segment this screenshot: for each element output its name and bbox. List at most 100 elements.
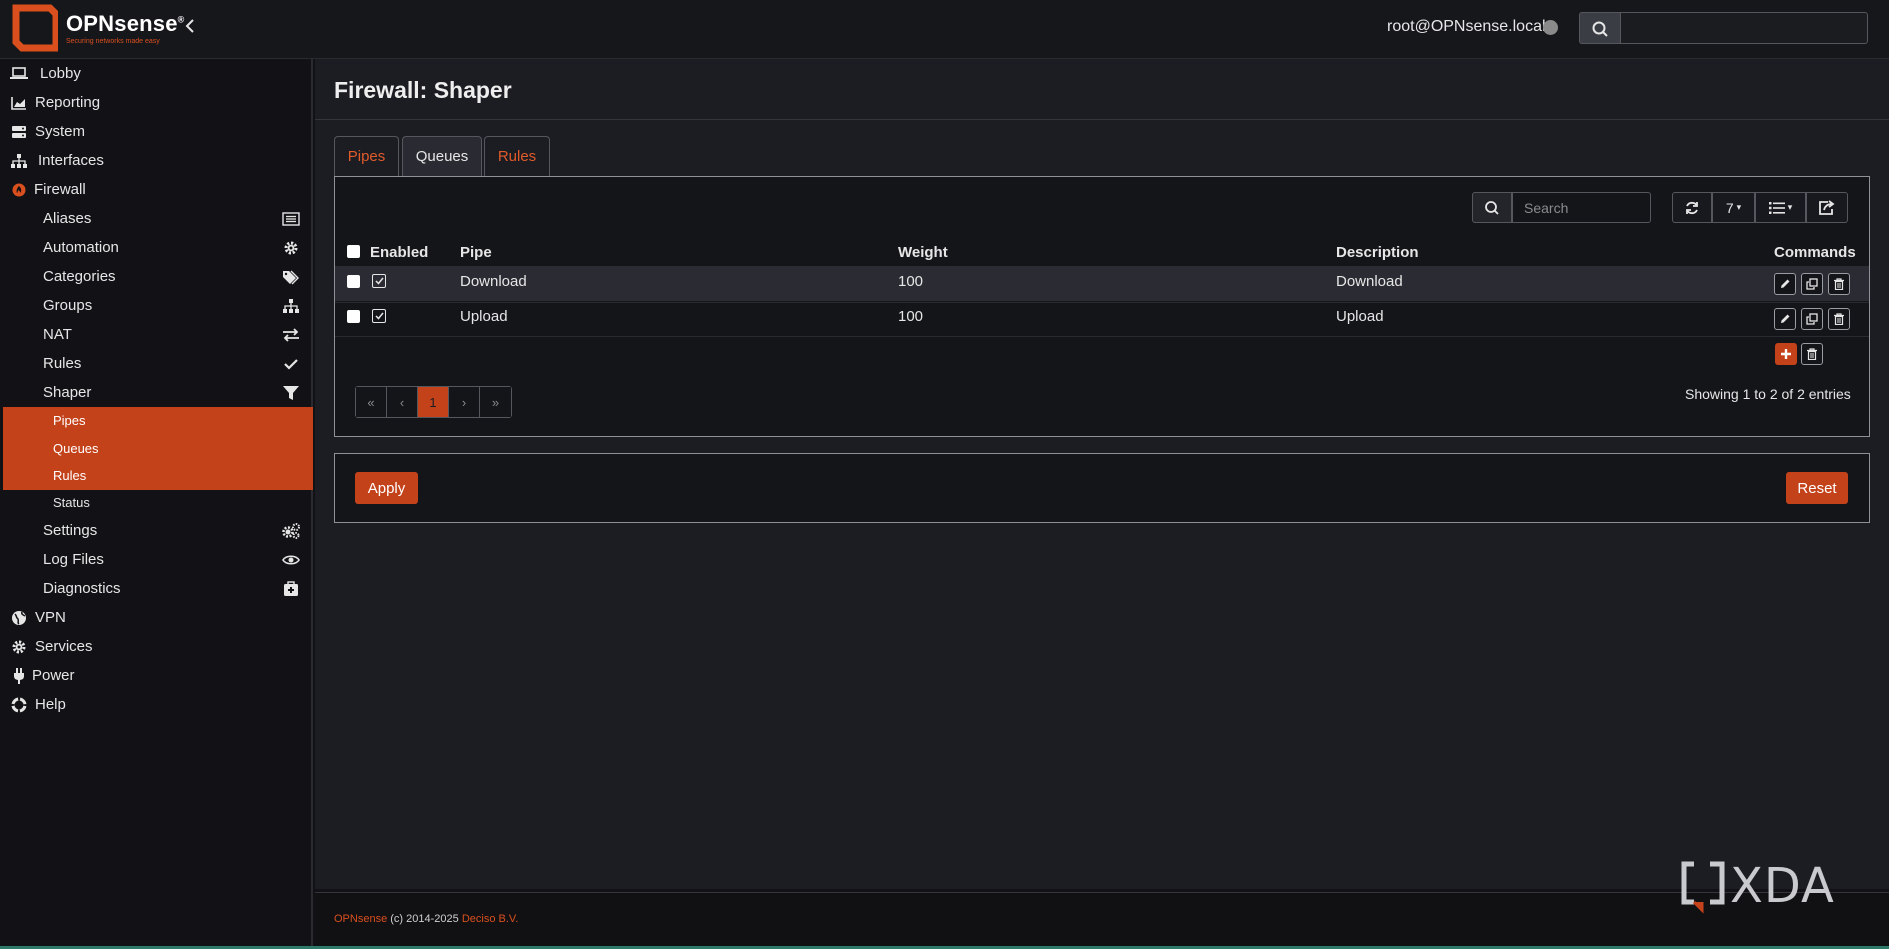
checked-square-icon[interactable] <box>372 309 386 323</box>
sidebar-item-label: Diagnostics <box>43 580 121 597</box>
delete-button[interactable] <box>1828 308 1850 330</box>
sidebar-item-label: Settings <box>43 522 98 539</box>
refresh-button[interactable] <box>1672 192 1712 223</box>
sidebar-item-label: Aliases <box>43 210 92 227</box>
grid-search-button[interactable] <box>1472 192 1512 223</box>
sidebar-item-firewall[interactable]: Firewall <box>0 175 313 204</box>
grid-search-input[interactable] <box>1512 192 1651 223</box>
apply-button[interactable]: Apply <box>355 472 418 504</box>
checked-square-icon[interactable] <box>372 274 386 288</box>
sidebar-item-settings[interactable]: Settings <box>0 516 313 545</box>
sidebar-item-help[interactable]: Help <box>0 690 313 719</box>
row-select-checkbox[interactable] <box>347 310 360 323</box>
sidebar-item-label: Queues <box>53 441 99 456</box>
trash-icon <box>1807 348 1817 360</box>
xda-watermark: XDA <box>1680 858 1835 914</box>
reset-button[interactable]: Reset <box>1786 472 1848 504</box>
sidebar-item-label: Automation <box>43 239 119 256</box>
tab-queues[interactable]: Queues <box>402 136 482 176</box>
add-button[interactable] <box>1775 343 1797 365</box>
cog-icon <box>10 638 28 656</box>
sidebar-item-diagnostics[interactable]: Diagnostics <box>0 574 313 603</box>
sidebar-item-lobby[interactable]: Lobby <box>0 59 313 88</box>
column-header-pipe[interactable]: Pipe <box>460 244 492 261</box>
column-header-description[interactable]: Description <box>1336 244 1419 261</box>
page-size-dropdown[interactable]: 7 ▾ <box>1712 192 1755 223</box>
sidebar-item-label: Log Files <box>43 551 104 568</box>
page-prev-button[interactable]: ‹ <box>387 387 418 417</box>
sidebar-item-label: Categories <box>43 268 116 285</box>
status-indicator[interactable] <box>1543 20 1558 35</box>
page-header: Firewall: Shaper <box>315 59 1889 120</box>
cogs-icon <box>281 521 301 541</box>
sidebar-item-shaper-status[interactable]: Status <box>53 495 90 510</box>
plug-icon <box>10 667 28 685</box>
sidebar-item-interfaces[interactable]: Interfaces <box>0 146 313 175</box>
sidebar-item-rules[interactable]: Rules <box>0 349 313 378</box>
clone-button[interactable] <box>1801 273 1823 295</box>
opnsense-logo[interactable]: OPNsense® Securing networks made easy <box>10 4 185 52</box>
sidebar-item-shaper[interactable]: Shaper <box>0 378 313 407</box>
top-search-button[interactable] <box>1579 12 1620 44</box>
columns-dropdown[interactable]: ▾ <box>1755 192 1806 223</box>
user-label[interactable]: root@OPNsense.local <box>1387 18 1546 36</box>
sidebar-item-label: NAT <box>43 326 72 343</box>
footer-brand-link[interactable]: OPNsense <box>334 913 387 925</box>
footer-company-link[interactable]: Deciso B.V. <box>462 913 518 925</box>
cell-weight: 100 <box>898 273 924 290</box>
page-first-button[interactable]: « <box>356 387 387 417</box>
share-icon <box>1819 199 1835 215</box>
tab-rules[interactable]: Rules <box>484 136 550 176</box>
tab-pipes[interactable]: Pipes <box>334 136 399 176</box>
row-select-checkbox[interactable] <box>347 275 360 288</box>
sidebar-item-services[interactable]: Services <box>0 632 313 661</box>
table-row[interactable] <box>335 266 1869 301</box>
sidebar-item-label: Firewall <box>34 181 86 198</box>
sidebar-item-shaper-queues[interactable]: Queues <box>3 435 313 462</box>
delete-button[interactable] <box>1828 273 1850 295</box>
edit-button[interactable] <box>1774 308 1796 330</box>
sidebar-item-reporting[interactable]: Reporting <box>0 88 313 117</box>
page-next-button[interactable]: › <box>449 387 480 417</box>
sidebar-item-automation[interactable]: Automation <box>0 233 313 262</box>
filter-icon <box>281 383 301 403</box>
footer: OPNsense (c) 2014-2025 Deciso B.V. <box>315 892 1889 946</box>
table-row[interactable] <box>335 302 1869 337</box>
sidebar-item-shaper-pipes[interactable]: Pipes <box>3 407 313 434</box>
cell-pipe: Download <box>460 273 527 290</box>
cell-description: Download <box>1336 273 1403 290</box>
sidebar-item-nat[interactable]: NAT <box>0 320 313 349</box>
eye-icon <box>281 550 301 570</box>
page-last-button[interactable]: » <box>480 387 511 417</box>
delete-selected-button[interactable] <box>1801 343 1823 365</box>
pencil-icon <box>1781 314 1790 323</box>
top-bar: OPNsense® Securing networks made easy ro… <box>0 0 1889 59</box>
export-button[interactable] <box>1806 192 1848 223</box>
sidebar-item-label: Interfaces <box>38 152 104 169</box>
column-header-enabled[interactable]: Enabled <box>370 244 428 261</box>
globe-icon <box>10 609 28 627</box>
top-search-input[interactable] <box>1620 12 1868 44</box>
sidebar-item-power[interactable]: Power <box>0 661 313 690</box>
sitemap-icon <box>281 296 301 316</box>
sidebar-item-vpn[interactable]: VPN <box>0 603 313 632</box>
medkit-icon <box>281 579 301 599</box>
sidebar-item-label: Rules <box>53 468 87 483</box>
sidebar-item-log-files[interactable]: Log Files <box>0 545 313 574</box>
clone-button[interactable] <box>1801 308 1823 330</box>
sidebar-item-system[interactable]: System <box>0 117 313 146</box>
xda-logo-icon <box>1681 861 1725 914</box>
trash-icon <box>1834 278 1844 290</box>
sidebar-collapse-icon[interactable] <box>184 17 196 40</box>
column-header-weight[interactable]: Weight <box>898 244 948 261</box>
select-all-checkbox[interactable] <box>347 245 360 258</box>
sidebar-item-categories[interactable]: Categories <box>0 262 313 291</box>
pencil-icon <box>1781 279 1790 288</box>
pagination: « ‹ 1 › » <box>355 386 512 418</box>
sidebar-item-shaper-rules[interactable]: Rules <box>3 462 313 489</box>
edit-button[interactable] <box>1774 273 1796 295</box>
sidebar-item-label: Services <box>35 638 93 655</box>
page-1-button[interactable]: 1 <box>418 387 449 417</box>
sidebar-item-groups[interactable]: Groups <box>0 291 313 320</box>
sidebar-item-aliases[interactable]: Aliases <box>0 204 313 233</box>
